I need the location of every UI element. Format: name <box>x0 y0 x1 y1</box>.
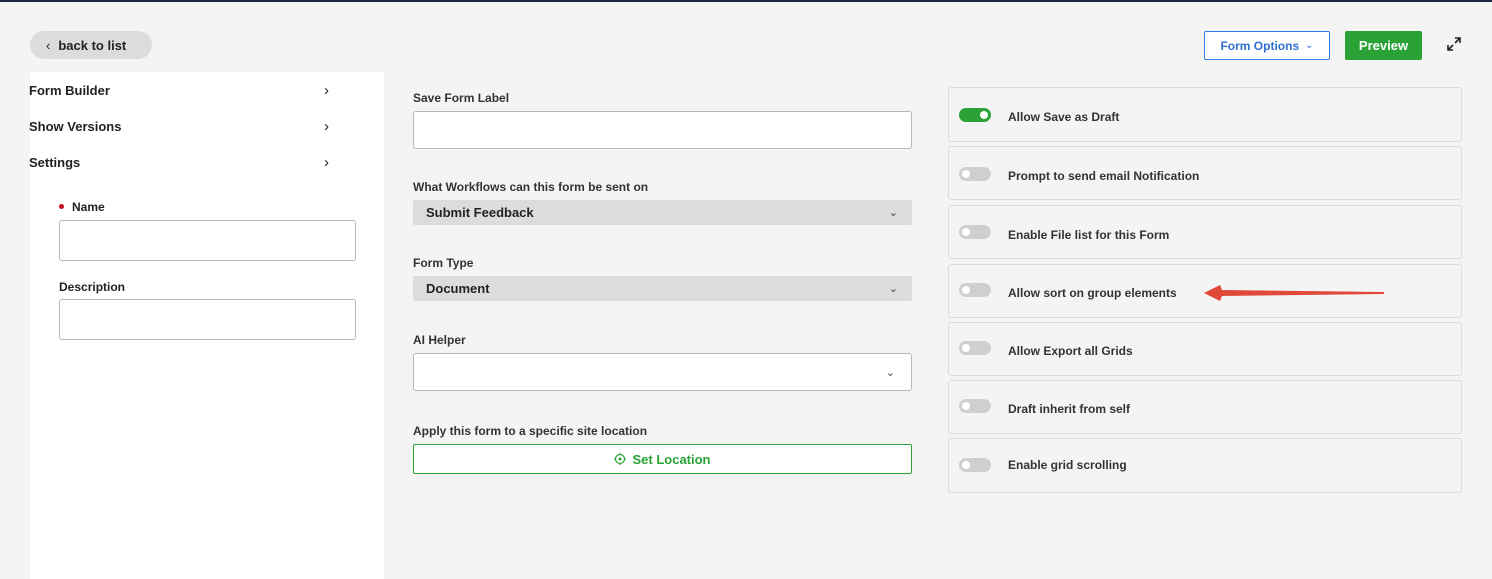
option-row: Draft inherit from self <box>948 380 1462 434</box>
option-row: Enable grid scrolling <box>948 438 1462 493</box>
chevron-right-icon: › <box>324 81 329 99</box>
annotation-arrow-icon <box>1204 285 1384 301</box>
option-label: Draft inherit from self <box>1008 402 1131 416</box>
form-type-label: Form Type <box>413 256 474 270</box>
site-location-label: Apply this form to a specific site locat… <box>413 424 648 438</box>
expand-icon[interactable] <box>1444 34 1464 54</box>
back-to-list-label: back to list <box>58 37 127 53</box>
top-border <box>0 0 1492 2</box>
form-type-select-value: Document <box>426 281 490 296</box>
workflows-label: What Workflows can this form be sent on <box>413 180 649 194</box>
save-form-label-field[interactable] <box>413 111 912 149</box>
option-label: Enable grid scrolling <box>1008 458 1127 472</box>
required-indicator <box>59 204 64 210</box>
chevron-right-icon: › <box>324 117 329 135</box>
chevron-down-icon: ⌄ <box>885 366 895 379</box>
description-field[interactable] <box>59 299 356 340</box>
description-label: Description <box>59 280 126 294</box>
chevron-down-icon: ⌄ <box>1305 40 1314 51</box>
sidebar-item-label: Settings <box>29 154 81 170</box>
ai-helper-select[interactable]: ⌄ <box>413 353 912 391</box>
sidebar-item-show-versions[interactable]: Show Versions › <box>29 116 329 136</box>
form-options-label: Form Options <box>1220 38 1300 53</box>
option-row: Allow Export all Grids <box>948 322 1462 376</box>
target-icon <box>614 453 627 465</box>
back-to-list-button[interactable]: ‹ back to list <box>30 31 152 59</box>
form-options-button[interactable]: Form Options ⌄ <box>1204 31 1330 60</box>
sort-group-elements-toggle[interactable] <box>959 283 991 297</box>
draft-inherit-toggle[interactable] <box>959 399 991 413</box>
option-label: Enable File list for this Form <box>1008 228 1170 242</box>
name-label: Name <box>57 200 105 214</box>
sidebar-item-settings[interactable]: Settings › <box>29 152 329 172</box>
export-grids-toggle[interactable] <box>959 341 991 355</box>
file-list-toggle[interactable] <box>959 225 991 239</box>
option-row: Enable File list for this Form <box>948 205 1462 259</box>
allow-save-draft-toggle[interactable] <box>959 108 991 122</box>
chevron-left-icon: ‹ <box>46 37 51 53</box>
sidebar-item-label: Show Versions <box>29 118 122 134</box>
workflows-select-value: Submit Feedback <box>426 205 534 220</box>
grid-scrolling-toggle[interactable] <box>959 458 991 472</box>
preview-button[interactable]: Preview <box>1345 31 1422 60</box>
option-label: Prompt to send email Notification <box>1008 169 1200 183</box>
workflows-select[interactable]: Submit Feedback ⌄ <box>413 200 912 225</box>
form-type-select[interactable]: Document ⌄ <box>413 276 912 301</box>
chevron-down-icon: ⌄ <box>888 207 898 219</box>
option-row: Allow Save as Draft <box>948 87 1462 142</box>
preview-label: Preview <box>1358 38 1409 53</box>
set-location-button[interactable]: Set Location <box>413 444 912 474</box>
option-label: Allow Save as Draft <box>1008 110 1120 124</box>
set-location-label: Set Location <box>632 451 711 467</box>
option-label: Allow sort on group elements <box>1008 286 1177 300</box>
chevron-down-icon: ⌄ <box>888 283 898 295</box>
option-label: Allow Export all Grids <box>1008 344 1133 358</box>
ai-helper-label: AI Helper <box>413 333 466 347</box>
chevron-right-icon: › <box>324 153 329 171</box>
sidebar-item-form-builder[interactable]: Form Builder › <box>29 80 329 100</box>
save-form-label: Save Form Label <box>413 91 510 105</box>
sidebar-item-label: Form Builder <box>29 82 110 98</box>
name-field[interactable] <box>59 220 356 261</box>
email-notification-toggle[interactable] <box>959 167 991 181</box>
option-row: Prompt to send email Notification <box>948 146 1462 200</box>
